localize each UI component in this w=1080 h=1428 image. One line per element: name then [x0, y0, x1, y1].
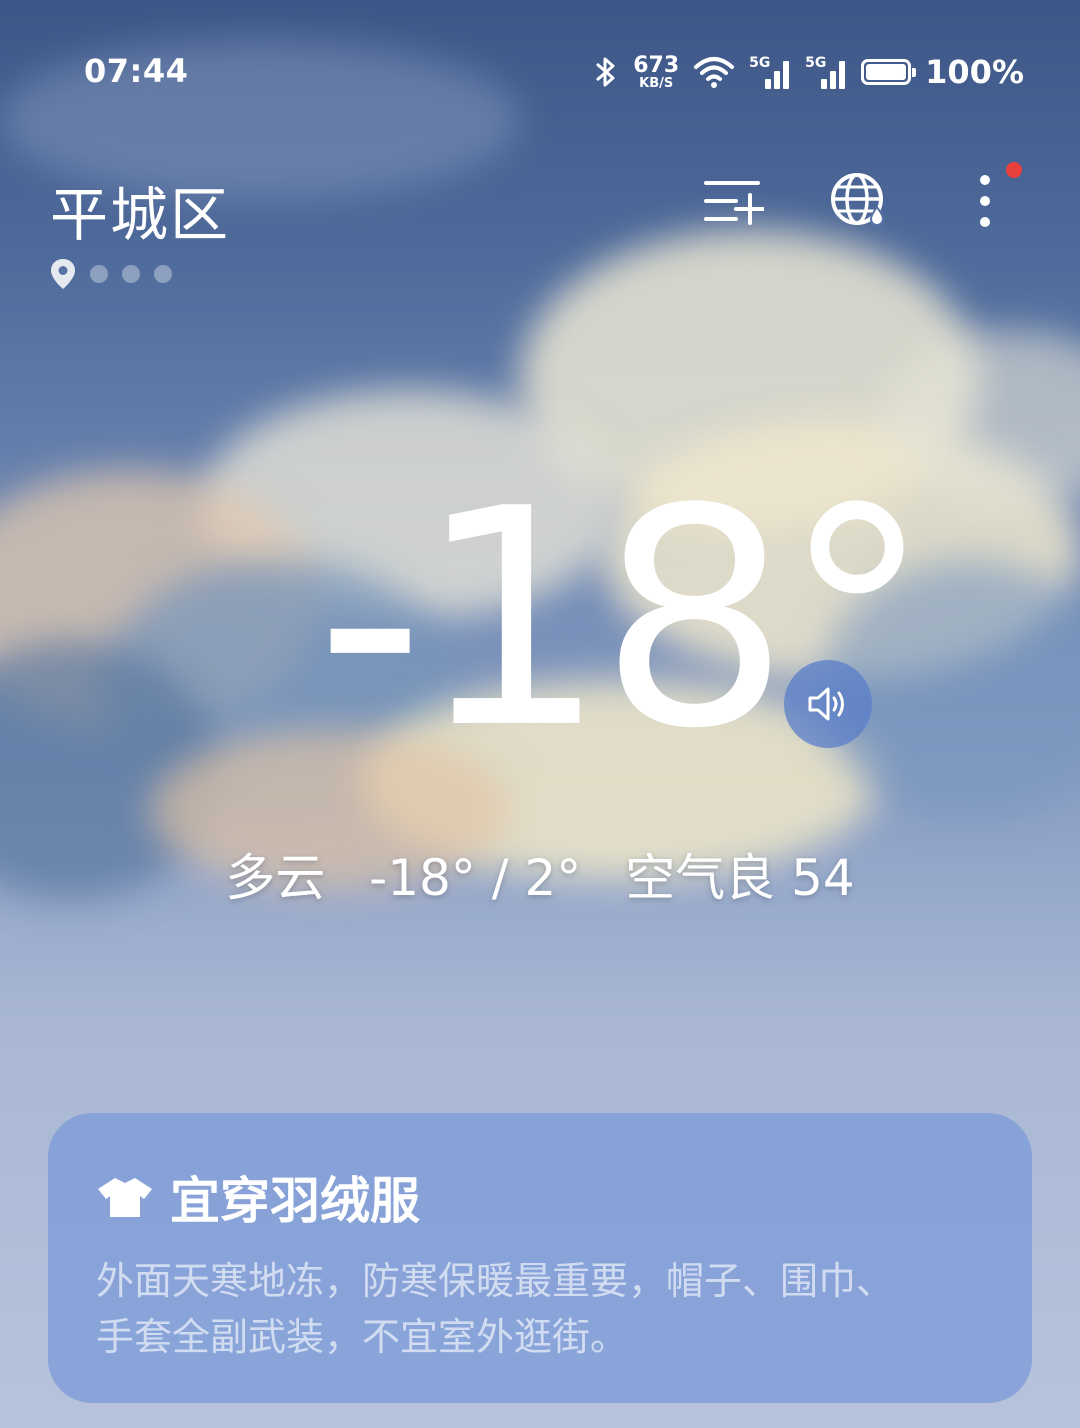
card-title: 宜穿羽绒服 [170, 1172, 420, 1230]
network-speed-unit: KB/S [639, 75, 674, 91]
voice-broadcast-button[interactable] [784, 660, 872, 748]
battery-icon [861, 59, 917, 85]
card-header: 宜穿羽绒服 [96, 1161, 984, 1233]
clock: 07:44 [84, 52, 189, 90]
bluetooth-icon [596, 57, 615, 87]
manage-cities-button[interactable] [702, 170, 764, 232]
wifi-icon [694, 57, 735, 88]
weather-summary: 多云 -18° / 2° 空气良 54 [0, 838, 1080, 910]
shirt-icon [98, 1178, 152, 1217]
more-vertical-icon [980, 175, 990, 227]
sim1-network-label: 5G [749, 55, 771, 71]
clothing-advice-card[interactable]: 宜穿羽绒服 外面天寒地冻，防寒保暖最重要，帽子、围巾、 手套全副武装，不宜室外逛… [48, 1113, 1032, 1403]
card-description-line: 手套全副武装，不宜室外逛街。 [96, 1315, 629, 1359]
battery-percent: 100% [925, 53, 1024, 91]
temperature-range: -18° / 2° [369, 849, 582, 907]
card-description-line: 外面天寒地冻，防寒保暖最重要，帽子、围巾、 [96, 1259, 895, 1303]
card-description: 外面天寒地冻，防寒保暖最重要，帽子、围巾、 手套全副武装，不宜室外逛街。 [96, 1253, 984, 1365]
weather-condition: 多云 [225, 849, 326, 907]
battery-fill [866, 64, 907, 80]
sim2-network-label: 5G [805, 55, 827, 71]
city-pager[interactable] [50, 258, 172, 290]
list-add-icon [704, 181, 764, 225]
signal-sim1-icon: 5G [749, 55, 791, 89]
pager-dot[interactable] [154, 265, 172, 283]
more-options-button[interactable] [954, 170, 1016, 232]
status-icons: 673 KB/S 5G 5G 100% [593, 50, 1024, 94]
city-name[interactable]: 平城区 [50, 168, 230, 252]
notification-badge [1006, 162, 1022, 178]
air-quality[interactable]: 空气良 54 [625, 849, 855, 907]
signal-sim2-icon: 5G [805, 55, 847, 89]
location-pin-icon [51, 259, 75, 289]
pager-dot[interactable] [122, 265, 140, 283]
network-speed: 673 KB/S [633, 52, 680, 91]
globe-icon [831, 173, 885, 226]
global-weather-button[interactable] [828, 170, 890, 232]
status-bar: 07:44 673 KB/S 5G 5G 100% [0, 0, 1080, 140]
network-speed-value: 673 [633, 52, 680, 78]
pager-dot[interactable] [90, 265, 108, 283]
speaker-icon [808, 687, 844, 721]
